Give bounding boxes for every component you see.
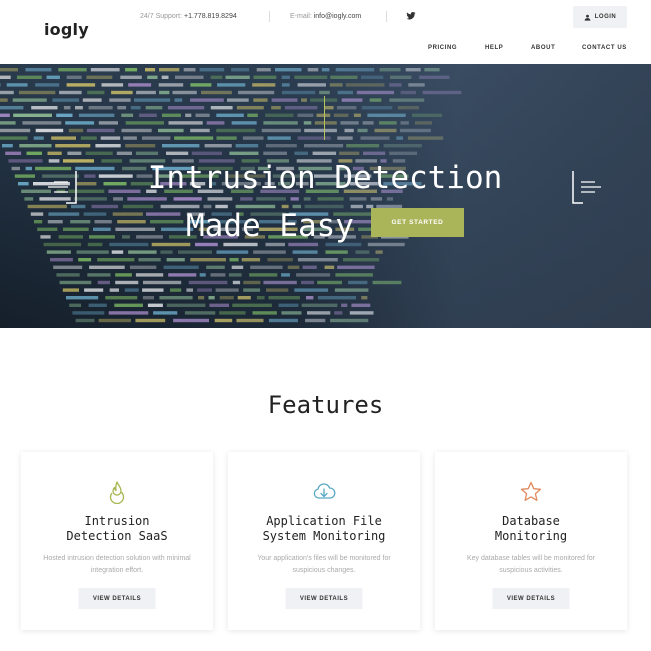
divider [269, 11, 270, 22]
divider [386, 11, 387, 22]
feature-card-title-line1: Database [502, 514, 560, 528]
logo[interactable]: iogly [44, 20, 89, 39]
feature-card-intrusion-detection: Intrusion Detection SaaS Hosted intrusio… [21, 452, 213, 630]
feature-card-title: Database Monitoring [445, 514, 617, 544]
feature-card-title: Intrusion Detection SaaS [31, 514, 203, 544]
hero-banner: Intrusion Detection Made Easy GET STARTE… [0, 64, 651, 328]
hero-title: Intrusion Detection Made Easy [120, 154, 530, 250]
view-details-button[interactable]: VIEW DETAILS [285, 588, 363, 609]
features-heading: Features [267, 391, 384, 419]
cloud-download-icon [313, 483, 336, 499]
bracket-left-icon [48, 171, 77, 204]
support-label: 24/7 Support: [140, 13, 183, 20]
get-started-button[interactable]: GET STARTED [371, 208, 464, 237]
email-info: E-mail: info@iogly.com [290, 13, 361, 20]
support-info: 24/7 Support: +1.778.819.8294 [140, 13, 237, 20]
bracket-right-icon [572, 171, 601, 204]
feature-card-title-line2: Detection SaaS [66, 529, 168, 543]
feature-card-title: Application File System Monitoring [238, 514, 410, 544]
nav-about[interactable]: ABOUT [531, 45, 555, 51]
feature-card-title-line2: System Monitoring [262, 529, 386, 543]
star-icon [520, 481, 542, 501]
nav-contact-us[interactable]: CONTACT US [582, 45, 627, 51]
email-link[interactable]: info@iogly.com [314, 13, 361, 20]
hero-title-line1: Intrusion Detection [147, 160, 503, 196]
feature-card-description: Your application's files will be monitor… [257, 555, 391, 574]
feature-card-database-monitoring: Database Monitoring Key database tables … [435, 452, 627, 630]
site-header: iogly 24/7 Support: +1.778.819.8294 E-ma… [0, 0, 651, 64]
feature-card-title-line2: Monitoring [494, 529, 568, 543]
feature-card-file-monitoring: Application File System Monitoring Your … [228, 452, 420, 630]
feature-card-title-line1: Application File [266, 514, 382, 528]
decorative-line [324, 96, 325, 140]
login-label: LOGIN [594, 14, 617, 20]
feature-card-description: Key database tables will be monitored fo… [466, 555, 596, 574]
email-label: E-mail: [290, 13, 312, 20]
nav-help[interactable]: HELP [485, 45, 503, 51]
view-details-button[interactable]: VIEW DETAILS [78, 588, 156, 609]
flame-icon [109, 481, 125, 504]
support-phone[interactable]: +1.778.819.8294 [184, 13, 237, 20]
twitter-icon[interactable] [406, 11, 416, 21]
hero-title-line2: Made Easy [186, 208, 354, 244]
user-icon [584, 14, 591, 21]
feature-card-title-line1: Intrusion [84, 514, 150, 528]
nav-pricing[interactable]: PRICING [428, 45, 457, 51]
feature-card-description: Hosted intrusion detection solution with… [43, 555, 191, 574]
login-button[interactable]: LOGIN [573, 6, 627, 28]
view-details-button[interactable]: VIEW DETAILS [492, 588, 570, 609]
